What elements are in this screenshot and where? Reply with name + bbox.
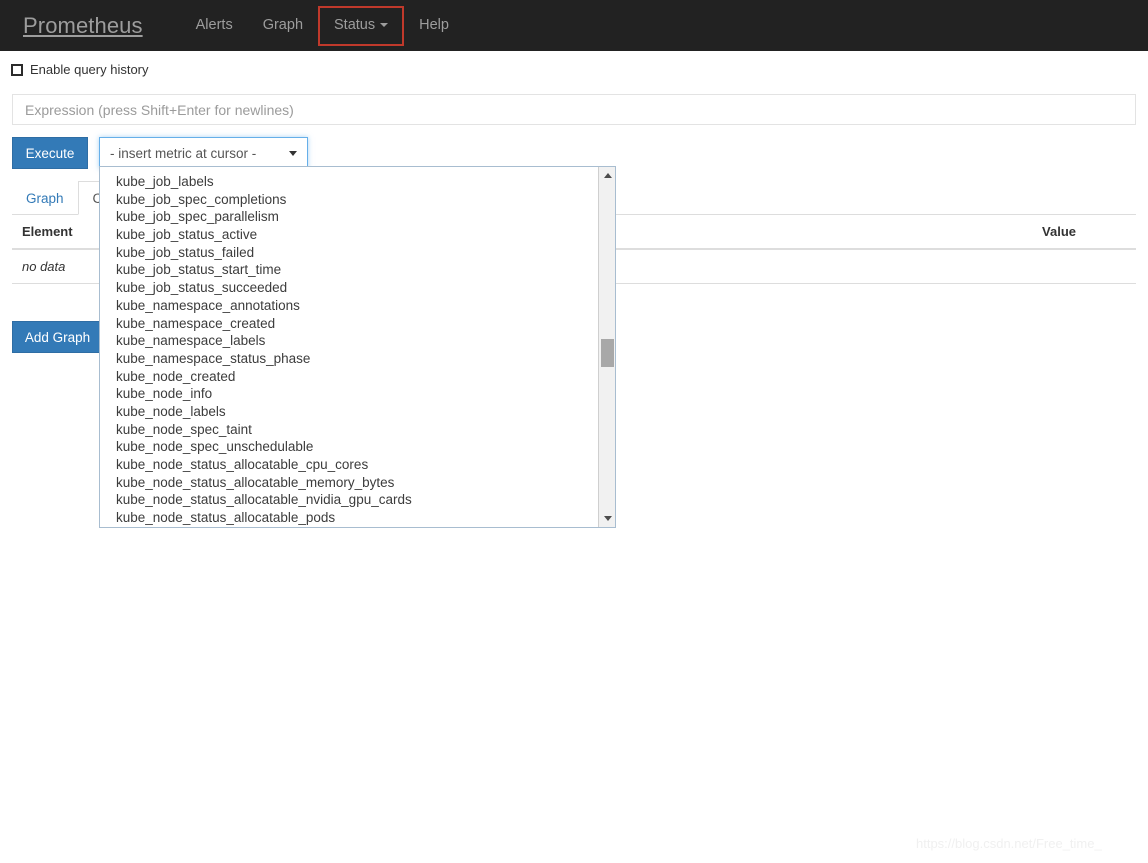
metric-option[interactable]: kube_node_info bbox=[116, 385, 597, 403]
metric-option[interactable]: kube_node_status_allocatable_pods bbox=[116, 509, 597, 527]
metric-option[interactable]: kube_job_status_succeeded bbox=[116, 279, 597, 297]
nav-link-status[interactable]: Status bbox=[320, 8, 402, 44]
brand-logo[interactable]: Prometheus bbox=[15, 0, 151, 51]
insert-metric-select[interactable]: - insert metric at cursor - bbox=[99, 137, 308, 169]
metric-option[interactable]: kube_namespace_created bbox=[116, 315, 597, 333]
nav-link-graph[interactable]: Graph bbox=[248, 0, 318, 51]
metric-dropdown-list[interactable]: kube_job_infokube_job_labelskube_job_spe… bbox=[100, 167, 597, 527]
metric-option[interactable]: kube_node_spec_taint bbox=[116, 421, 597, 439]
enable-query-history-label: Enable query history bbox=[30, 62, 149, 77]
metric-option[interactable]: kube_job_status_active bbox=[116, 226, 597, 244]
metric-option[interactable]: kube_node_status_allocatable_cpu_cores bbox=[116, 456, 597, 474]
metric-option[interactable]: kube_node_status_allocatable_nvidia_gpu_… bbox=[116, 491, 597, 509]
enable-query-history-checkbox[interactable] bbox=[11, 64, 23, 76]
nav-items: Alerts Graph Status Help bbox=[181, 0, 464, 51]
triangle-down-icon bbox=[603, 516, 612, 521]
add-graph-button[interactable]: Add Graph bbox=[12, 321, 103, 353]
chevron-down-icon bbox=[380, 22, 389, 27]
metric-dropdown-panel[interactable]: kube_job_infokube_job_labelskube_job_spe… bbox=[99, 166, 616, 528]
watermark: https://blog.csdn.net/Free_time_ bbox=[916, 836, 1102, 851]
metric-option[interactable]: kube_node_created bbox=[116, 368, 597, 386]
execute-button[interactable]: Execute bbox=[12, 137, 88, 169]
navbar: Prometheus Alerts Graph Status Help bbox=[0, 0, 1148, 51]
scrollbar-thumb[interactable] bbox=[601, 339, 614, 367]
metric-option[interactable]: kube_job_labels bbox=[116, 173, 597, 191]
query-history-row[interactable]: Enable query history bbox=[11, 62, 149, 78]
scroll-down-arrow-icon[interactable] bbox=[599, 510, 615, 527]
metric-option[interactable]: kube_namespace_labels bbox=[116, 332, 597, 350]
metric-option[interactable]: kube_job_spec_completions bbox=[116, 191, 597, 209]
metric-dropdown-scrollbar[interactable] bbox=[598, 167, 615, 527]
metric-option[interactable]: kube_node_labels bbox=[116, 403, 597, 421]
metric-option[interactable]: kube_job_spec_parallelism bbox=[116, 208, 597, 226]
nav-link-help[interactable]: Help bbox=[404, 0, 464, 51]
nav-status-highlight: Status bbox=[318, 5, 405, 46]
scroll-up-arrow-icon[interactable] bbox=[599, 167, 615, 184]
triangle-up-icon bbox=[603, 173, 612, 178]
nav-status-label: Status bbox=[334, 16, 376, 33]
expression-input[interactable] bbox=[12, 94, 1136, 125]
metric-option[interactable]: kube_job_status_start_time bbox=[116, 261, 597, 279]
metric-option[interactable]: kube_job_status_failed bbox=[116, 244, 597, 262]
metric-option[interactable]: kube_node_status_allocatable_memory_byte… bbox=[116, 474, 597, 492]
tab-graph[interactable]: Graph bbox=[12, 182, 78, 214]
metric-option[interactable]: kube_node_spec_unschedulable bbox=[116, 438, 597, 456]
metric-option[interactable]: kube_namespace_status_phase bbox=[116, 350, 597, 368]
insert-metric-select-label: - insert metric at cursor - bbox=[110, 145, 257, 161]
metric-option[interactable]: kube_namespace_annotations bbox=[116, 297, 597, 315]
nav-link-alerts[interactable]: Alerts bbox=[181, 0, 248, 51]
chevron-down-icon bbox=[289, 150, 297, 156]
